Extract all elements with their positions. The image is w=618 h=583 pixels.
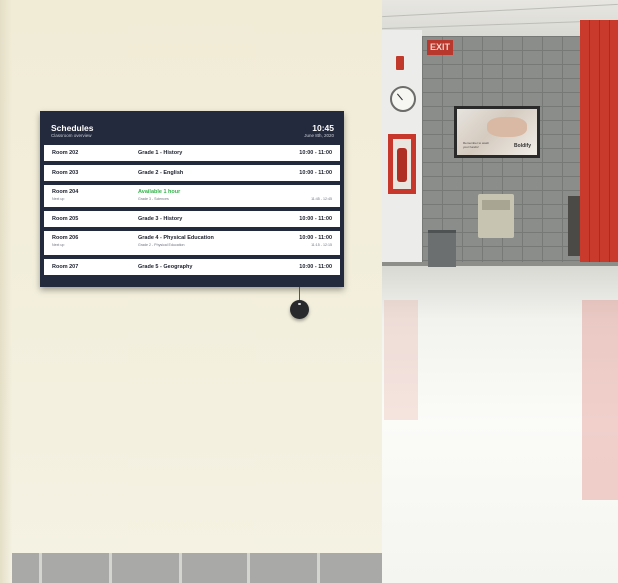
tv-brand: Boldify [514,143,531,149]
time-slot: 10:00 - 11:00 [299,264,332,270]
baseboard-seam [39,553,42,583]
washing-hands-image [487,117,527,137]
red-lockers [580,20,618,290]
sensor-cable [299,287,300,301]
schedule-row[interactable]: Room 204 Next up Available 1 hour Grade … [44,185,340,207]
tv-content: Remember to wash your hands! Boldify [457,109,537,155]
time-slot: 10:00 - 11:00 [299,216,332,222]
schedule-row[interactable]: Room 206 Next up Grade 4 - Physical Educ… [44,231,340,255]
sensor-led [298,303,301,305]
time-slot: 10:00 - 11:00 [299,235,332,241]
hallway-tv-screen: Remember to wash your hands! Boldify [454,106,540,158]
wall-clock-icon [390,86,416,112]
trash-can [428,230,456,267]
baseboard [12,553,382,583]
baseboard-seam [109,553,112,583]
baseboard-seam [317,553,320,583]
fire-extinguisher-icon [397,148,407,182]
schedule-row[interactable]: Room 203 Grade 2 - English 10:00 - 11:00 [44,165,340,181]
motion-sensor-icon [290,300,309,319]
floor-reflection [384,300,418,420]
course-name: Grade 2 - English [138,170,184,176]
schedule-row[interactable]: Room 207 Grade 5 - Geography 10:00 - 11:… [44,259,340,275]
water-fountain [478,194,514,238]
room-name: Room 207 [52,264,79,270]
schedule-row[interactable]: Room 205 Grade 3 - History 10:00 - 11:00 [44,211,340,227]
wall-shadow [0,0,12,583]
next-up-label: Next up [52,197,65,201]
time-slot: 10:00 - 11:00 [299,150,332,156]
next-time-slot: 11:15 - 12:15 [311,243,332,247]
baseboard-seam [179,553,182,583]
display-title: Schedules [51,123,94,133]
hallway-photo: EXIT Remember to wash your hands! Boldif… [382,0,618,583]
exit-sign: EXIT [427,40,453,55]
tv-caption: Remember to wash your hands! [463,141,490,149]
course-name: Grade 4 - Physical Education [138,235,214,241]
fountain-basin [482,200,510,210]
next-course: Grade 2 - Physical Education [138,243,185,247]
fire-extinguisher-cabinet [388,134,416,194]
display-subtitle: Classroom overview [51,133,92,138]
clock-hand [396,93,403,101]
next-time-slot: 11:45 - 12:45 [311,197,332,201]
floor-baseline [382,262,618,266]
next-up-label: Next up [52,243,65,247]
doorway [568,196,580,256]
room-name: Room 205 [52,216,79,222]
baseboard-seam [247,553,250,583]
display-date: June 8th, 2020 [304,133,334,138]
course-name: Grade 1 - History [138,150,183,156]
room-name: Room 202 [52,150,79,156]
room-name: Room 206 [52,235,79,241]
course-name: Grade 5 - Geography [138,264,193,270]
schedule-display: Schedules Classroom overview 10:45 June … [40,111,344,287]
floor-reflection [582,300,618,500]
beige-wall [0,0,382,583]
schedule-row[interactable]: Room 202 Grade 1 - History 10:00 - 11:00 [44,145,340,161]
fire-alarm-icon [396,56,404,70]
room-name: Room 203 [52,170,79,176]
next-course: Grade 3 - Sciences [138,197,169,201]
time-slot: 10:00 - 11:00 [299,170,332,176]
course-name: Grade 3 - History [138,216,183,222]
display-clock: 10:45 [312,123,334,133]
room-name: Room 204 [52,189,79,195]
availability-status: Available 1 hour [138,189,181,195]
